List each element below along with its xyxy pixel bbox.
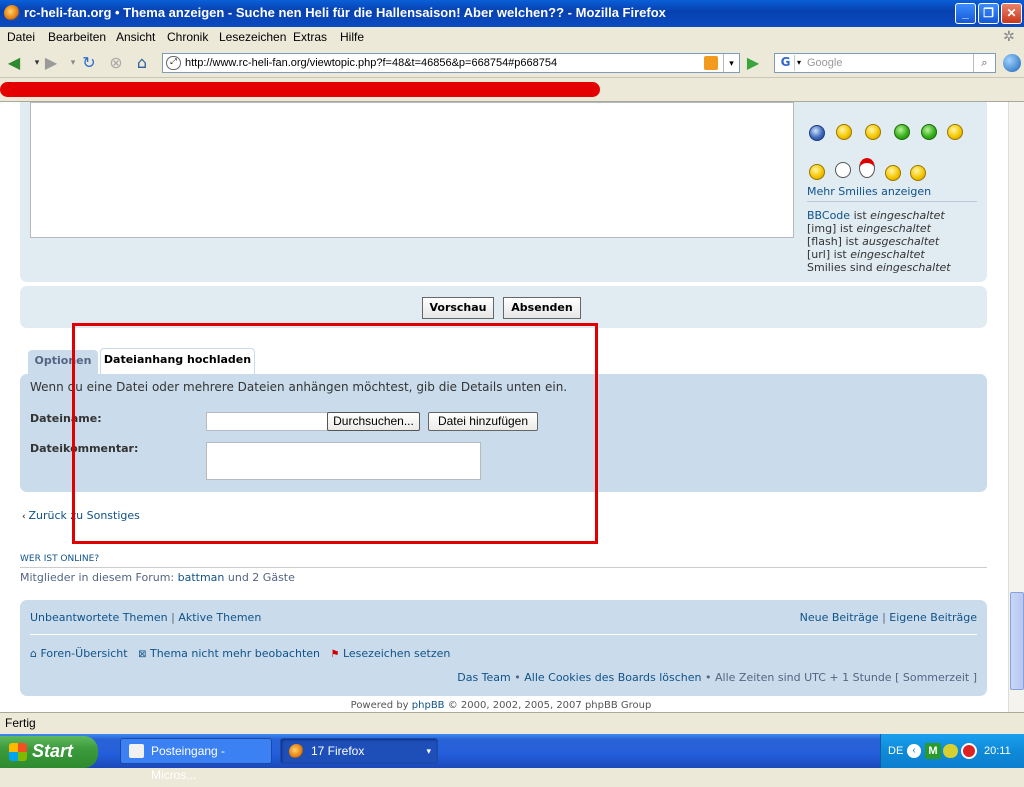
timezone-text: Alle Zeiten sind UTC + 1 Stunde [ Sommer… [715, 671, 977, 684]
more-smilies-link[interactable]: Mehr Smilies anzeigen [807, 185, 931, 198]
menu-hilfe[interactable]: Hilfe [340, 30, 364, 44]
team-link[interactable]: Das Team [457, 671, 511, 684]
menu-datei[interactable]: Datei [7, 30, 35, 44]
own-posts-link[interactable]: Eigene Beiträge [889, 611, 977, 624]
unwatch-icon: ⊠ [138, 649, 147, 660]
smiley-arrow-icon[interactable] [836, 124, 852, 140]
unanswered-link[interactable]: Unbeantwortete Themen [30, 611, 168, 624]
rss-icon[interactable] [704, 56, 718, 70]
smiley-icon[interactable] [809, 125, 825, 141]
url-text: http://www.rc-heli-fan.org/viewtopic.php… [185, 57, 558, 69]
tray-security-icon[interactable] [961, 743, 977, 759]
search-engine-icon[interactable]: G [777, 55, 795, 71]
url-bar[interactable]: ⤢ http://www.rc-heli-fan.org/viewtopic.p… [162, 53, 740, 73]
vertical-scrollbar[interactable] [1008, 102, 1024, 712]
firefox-icon [4, 5, 20, 21]
chevron-down-icon: ▾ [426, 746, 431, 756]
footer-right-links: Neue Beiträge | Eigene Beiträge [799, 611, 977, 624]
delete-cookies-link[interactable]: Alle Cookies des Boards löschen [524, 671, 701, 684]
menu-extras[interactable]: Extras [293, 30, 327, 44]
globe-icon [1003, 54, 1021, 72]
menu-chronik[interactable]: Chronik [167, 30, 208, 44]
search-input[interactable]: Google [807, 57, 842, 69]
tray-network-icon[interactable] [943, 744, 958, 758]
taskbar-item-firefox[interactable]: 17 Firefox ▾ [280, 738, 438, 764]
firefox-icon [289, 744, 304, 759]
navigation-toolbar: ◀ ▾ ▶ ▾ ↻ ⊗ ⌂ ⤢ http://www.rc-heli-fan.o… [0, 48, 1024, 78]
smiley-bomb-icon[interactable] [947, 124, 963, 140]
go-icon[interactable]: ▶ [744, 54, 762, 72]
preview-button[interactable]: Vorschau [422, 297, 494, 319]
tray-messenger-icon[interactable]: M [925, 743, 941, 759]
menu-ansicht[interactable]: Ansicht [116, 30, 155, 44]
smiley-santa-icon[interactable] [859, 158, 875, 178]
home-icon[interactable]: ⌂ [133, 54, 151, 72]
bbcode-status: BBCode ist eingeschaltet [img] ist einge… [807, 209, 951, 274]
smiley-sparkle-icon[interactable] [809, 164, 825, 180]
page-content: Mehr Smilies anzeigen BBCode ist eingesc… [0, 102, 1008, 712]
start-button[interactable]: Start [0, 736, 98, 768]
status-text: Fertig [5, 716, 36, 730]
bbcode-link[interactable]: BBCode [807, 209, 850, 222]
tray-expand-icon[interactable]: ‹ [907, 744, 921, 758]
bookmarks-toolbar [0, 78, 1024, 102]
online-users: Mitglieder in diesem Forum: battman und … [20, 571, 295, 584]
divider [807, 201, 977, 202]
footer-panel: Unbeantwortete Themen | Aktive Themen Ne… [20, 600, 987, 696]
taskbar: Start Posteingang - Micros... 17 Firefox… [0, 734, 1024, 782]
message-textarea[interactable] [30, 102, 794, 238]
bookmark-link[interactable]: Lesezeichen setzen [343, 647, 450, 660]
redaction-mark [0, 82, 600, 97]
bookmark-icon: ⚑ [330, 649, 340, 660]
smiley-bunny-icon[interactable] [835, 162, 851, 178]
window-titlebar: rc-heli-fan.org • Thema anzeigen - Suche… [0, 0, 1024, 27]
clock: 20:11 [984, 745, 1011, 757]
search-engine-dropdown-icon[interactable]: ▾ [797, 58, 801, 67]
site-icon: ⤢ [166, 56, 181, 70]
forum-index-link[interactable]: Foren-Übersicht [40, 647, 127, 660]
system-tray: DE ‹ M 20:11 [880, 734, 1024, 768]
smiley-grin-icon[interactable] [894, 124, 910, 140]
back-icon[interactable]: ◀ [5, 54, 23, 72]
user-link[interactable]: battman [178, 571, 225, 584]
active-topics-link[interactable]: Aktive Themen [178, 611, 261, 624]
search-icon[interactable]: ⌕ [973, 54, 995, 72]
url-dropdown-icon[interactable]: ▾ [723, 54, 739, 72]
online-heading: WER IST ONLINE? [20, 554, 100, 564]
powered-by: Powered by phpBB © 2000, 2002, 2005, 200… [350, 700, 652, 711]
menu-bearbeiten[interactable]: Bearbeiten [48, 30, 106, 44]
footer-left-links: Unbeantwortete Themen | Aktive Themen [30, 611, 262, 624]
new-posts-link[interactable]: Neue Beiträge [800, 611, 879, 624]
search-box[interactable]: G ▾ Google ⌕ [774, 53, 996, 73]
smiley-confused-icon[interactable] [865, 124, 881, 140]
home-icon: ⌂ [30, 647, 37, 660]
unwatch-link[interactable]: Thema nicht mehr beobachten [150, 647, 320, 660]
stop-icon[interactable]: ⊗ [107, 54, 125, 72]
submit-button[interactable]: Absenden [503, 297, 581, 319]
throbber-icon: ✲ [1003, 28, 1015, 44]
phpbb-link[interactable]: phpBB [412, 700, 445, 711]
reload-icon[interactable]: ↻ [80, 54, 98, 72]
maximize-button[interactable]: ❐ [978, 3, 999, 24]
minimize-button[interactable]: _ [955, 3, 976, 24]
highlight-annotation [72, 323, 598, 544]
scrollbar-thumb[interactable] [1010, 592, 1024, 690]
close-button[interactable]: ✕ [1001, 3, 1022, 24]
taskbar-item-outlook[interactable]: Posteingang - Micros... [120, 738, 272, 782]
status-bar: Fertig [0, 712, 1024, 734]
outlook-icon [129, 744, 144, 758]
footer-actions: ⌂ Foren-Übersicht ⊠ Thema nicht mehr beo… [30, 647, 450, 660]
divider [30, 634, 977, 635]
menu-bar: Datei Bearbeiten Ansicht Chronik Lesezei… [0, 27, 1024, 48]
footer-meta: Das Team • Alle Cookies des Boards lösch… [457, 671, 977, 684]
divider [20, 567, 987, 568]
window-title: rc-heli-fan.org • Thema anzeigen - Suche… [24, 5, 666, 20]
windows-logo-icon [9, 743, 27, 761]
smiley-happy-icon[interactable] [885, 165, 901, 181]
forward-icon[interactable]: ▶ [42, 54, 60, 72]
menu-lesezeichen[interactable]: Lesezeichen [219, 30, 286, 44]
language-indicator[interactable]: DE [888, 745, 903, 757]
smiley-neutral-icon[interactable] [910, 165, 926, 181]
smiley-alien-icon[interactable] [921, 124, 937, 140]
